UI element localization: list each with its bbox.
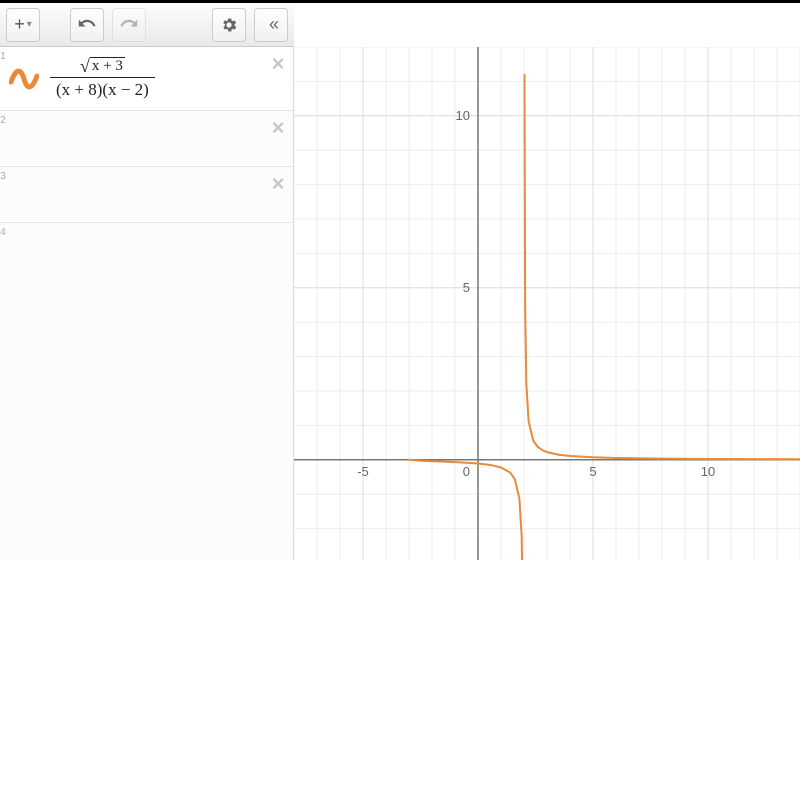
content-area: 1 √ x + 3 — [0, 47, 800, 560]
wave-icon — [9, 64, 39, 94]
collapse-sidebar-button[interactable]: « — [254, 8, 288, 42]
graph-svg: -5 5 10 0 5 10 — [294, 47, 800, 560]
app-frame: + « 1 — [0, 0, 800, 560]
svg-text:10: 10 — [701, 464, 715, 479]
undo-icon — [78, 16, 96, 34]
expression-color-toggle[interactable] — [6, 167, 42, 222]
expression-list: 1 √ x + 3 — [0, 47, 293, 263]
graph-area[interactable]: -5 5 10 0 5 10 — [294, 47, 800, 560]
toolbar: + « — [0, 3, 294, 47]
settings-button[interactable] — [212, 8, 246, 42]
expression-row-2[interactable]: 2 × — [0, 111, 293, 167]
sidebar-fade — [0, 360, 293, 560]
delete-expression-button[interactable]: × — [272, 53, 285, 75]
delete-expression-button[interactable]: × — [272, 117, 285, 139]
expression-numerator: √ x + 3 — [74, 57, 131, 77]
expression-body[interactable]: √ x + 3 (x + 8)(x − 2) — [42, 47, 263, 110]
gear-icon — [220, 16, 238, 34]
svg-text:10: 10 — [456, 108, 470, 123]
svg-text:-5: -5 — [357, 464, 369, 479]
expression-fraction: √ x + 3 (x + 8)(x − 2) — [50, 57, 155, 100]
redo-icon — [120, 16, 138, 34]
svg-text:5: 5 — [463, 280, 470, 295]
expression-body[interactable] — [42, 111, 263, 166]
expression-body[interactable] — [42, 167, 263, 222]
redo-button[interactable] — [112, 8, 146, 42]
svg-text:0: 0 — [463, 464, 470, 479]
delete-expression-button[interactable]: × — [272, 173, 285, 195]
expression-sidebar: 1 √ x + 3 — [0, 47, 294, 560]
expression-row-3[interactable]: 3 × — [0, 167, 293, 223]
add-expression-button[interactable]: + — [6, 8, 40, 42]
expression-denominator: (x + 8)(x − 2) — [50, 77, 155, 100]
expression-color-toggle[interactable] — [6, 111, 42, 166]
undo-button[interactable] — [70, 8, 104, 42]
expression-row-1[interactable]: 1 √ x + 3 — [0, 47, 293, 111]
svg-text:5: 5 — [589, 464, 596, 479]
expression-color-toggle[interactable] — [6, 47, 42, 110]
expression-row-4[interactable]: 4 — [0, 223, 293, 263]
row-close: × — [263, 47, 293, 110]
chevron-double-left-icon: « — [269, 14, 273, 35]
plus-icon: + — [14, 14, 25, 35]
